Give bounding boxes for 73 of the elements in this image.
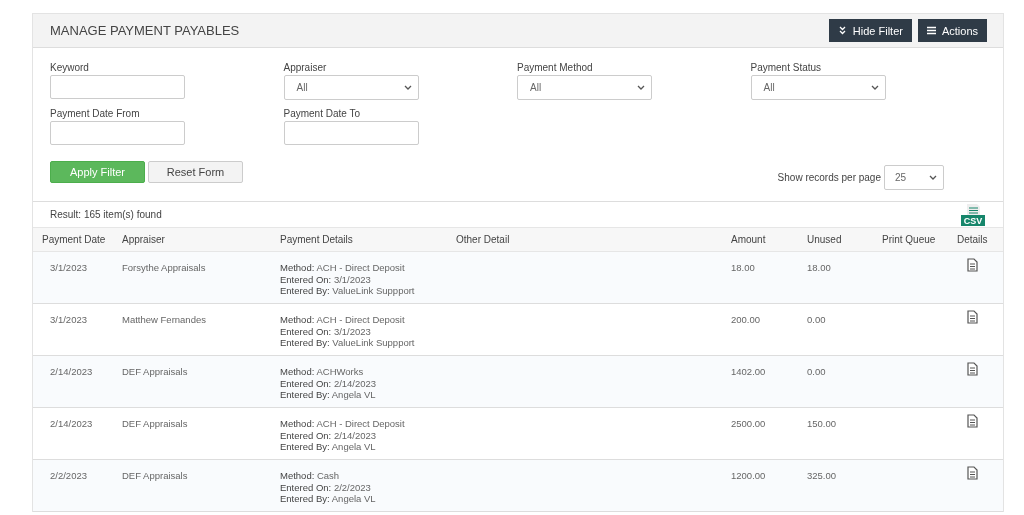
field-label: Payment Method — [517, 62, 594, 73]
table-cell: 0.00 — [807, 366, 826, 377]
table-cell: DEF Appraisals — [122, 470, 188, 481]
actions-button[interactable]: Actions — [917, 19, 987, 42]
payment-detail: Entered On: 2/2/2023 — [280, 481, 372, 494]
table-cell: 150.00 — [807, 418, 837, 429]
column-header: Other Detail — [456, 234, 510, 245]
payment-detail: Entered By: ValueLink Suppport — [280, 285, 416, 298]
per-page-dropdown[interactable]: 25 — [884, 165, 944, 190]
hide-filter-button[interactable]: Hide Filter — [828, 19, 912, 42]
column-header: Amount — [731, 234, 766, 245]
table-cell: 3/1/2023 — [50, 262, 87, 273]
reset-form-button[interactable]: Reset Form — [148, 160, 243, 183]
chevron-down-icon — [870, 84, 879, 90]
document-icon[interactable] — [967, 362, 978, 376]
double-chevron-icon — [837, 26, 847, 35]
column-header: Unused — [807, 234, 842, 245]
table-cell: 200.00 — [731, 314, 761, 325]
input-field[interactable] — [50, 75, 185, 99]
result-count: Result: 165 item(s) found — [50, 209, 162, 220]
column-header: Payment Date — [42, 234, 106, 245]
table-cell: Forsythe Appraisals — [122, 262, 206, 273]
table-cell: 2/14/2023 — [50, 418, 93, 429]
chevron-down-icon — [637, 84, 645, 90]
table-cell: 325.00 — [807, 470, 837, 481]
chevron-down-icon — [403, 84, 412, 90]
column-header: Appraiser — [122, 234, 165, 245]
dropdown[interactable]: All — [283, 75, 419, 100]
payment-detail: Entered By: ValueLink Suppport — [280, 337, 416, 350]
field-label: Appraiser — [283, 62, 328, 73]
table-cell: 1200.00 — [731, 470, 766, 481]
document-icon[interactable] — [967, 310, 978, 324]
table-cell: DEF Appraisals — [122, 418, 188, 429]
payment-detail: Method: ACHWorks — [280, 366, 365, 378]
menu-icon — [926, 26, 936, 35]
table-cell: 2/2/2023 — [50, 470, 87, 481]
table-cell: 3/1/2023 — [50, 314, 87, 325]
table-cell: 2500.00 — [731, 418, 766, 429]
input-field[interactable] — [283, 121, 419, 145]
field-label: Payment Date To — [283, 108, 362, 119]
dropdown[interactable]: All — [750, 75, 886, 100]
payment-detail: Entered By: Angela VL — [280, 441, 377, 454]
table-cell: DEF Appraisals — [122, 366, 188, 377]
column-header: Details — [957, 234, 988, 245]
table-cell: 2/14/2023 — [50, 366, 93, 377]
table-cell: 1402.00 — [731, 366, 766, 377]
payment-detail: Method: ACH - Direct Deposit — [280, 262, 406, 274]
payment-detail: Entered By: Angela VL — [280, 493, 377, 506]
input-field[interactable] — [50, 121, 185, 145]
payment-detail: Method: ACH - Direct Deposit — [280, 418, 406, 430]
payment-detail: Method: ACH - Direct Deposit — [280, 314, 406, 326]
payment-detail: Entered On: 2/14/2023 — [280, 429, 378, 442]
payment-detail: Method: Cash — [280, 470, 341, 482]
field-label: Payment Date From — [50, 108, 141, 119]
table-cell: 18.00 — [731, 262, 755, 273]
dropdown[interactable]: All — [517, 75, 652, 100]
column-header: Payment Details — [280, 234, 353, 245]
document-icon[interactable] — [967, 258, 978, 272]
payment-detail: Entered On: 2/14/2023 — [280, 377, 378, 390]
document-icon[interactable] — [967, 414, 978, 428]
column-header: Print Queue — [882, 234, 936, 245]
field-label: Payment Status — [750, 62, 823, 73]
payment-detail: Entered By: Angela VL — [280, 389, 377, 402]
field-label: Keyword — [50, 62, 90, 73]
chevron-down-icon — [929, 174, 937, 180]
table-cell: 0.00 — [807, 314, 826, 325]
page-title: MANAGE PAYMENT PAYABLES — [50, 23, 241, 38]
document-icon[interactable] — [967, 466, 978, 480]
table-cell: 18.00 — [807, 262, 831, 273]
payment-detail: Entered On: 3/1/2023 — [280, 273, 372, 286]
payment-detail: Entered On: 3/1/2023 — [280, 325, 372, 338]
table-cell: Matthew Fernandes — [122, 314, 206, 325]
per-page-label: Show records per page — [777, 172, 881, 183]
